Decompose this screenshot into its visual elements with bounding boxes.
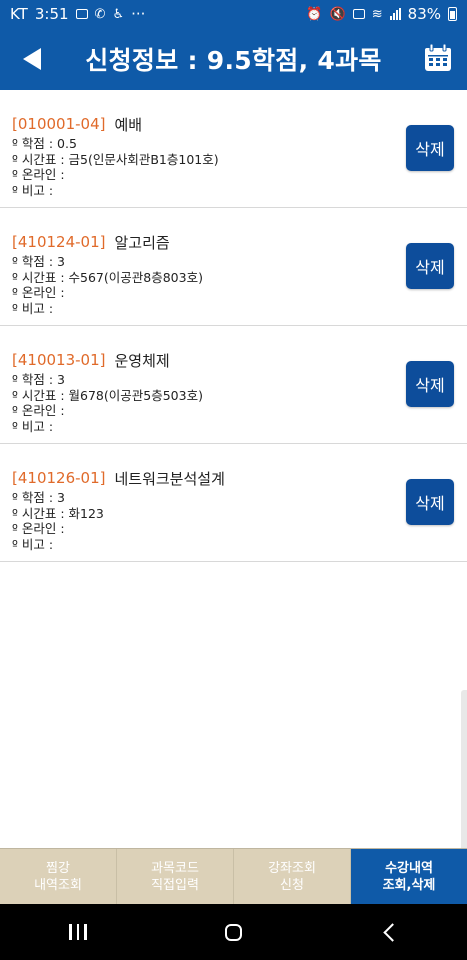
battery-percent: 83%	[407, 5, 441, 23]
bottom-tab-bar: 찜강내역조회 과목코드직접입력 강좌조회신청 수강내역조회,삭제	[0, 848, 467, 905]
course-name: 운영체제	[114, 351, 170, 370]
course-name: 알고리즘	[114, 233, 170, 252]
hd-voice-icon	[352, 9, 365, 19]
delete-button[interactable]: 삭제	[406, 479, 454, 525]
course-item: [010001-04] 예배 º 학점 : 0.5 º 시간표 : 금5(인문사…	[0, 90, 467, 208]
mute-icon: 🔇	[329, 6, 346, 22]
course-item: [410013-01] 운영체제 º 학점 : 3 º 시간표 : 월678(이…	[0, 326, 467, 444]
tab-label-line2: 직접입력	[151, 878, 199, 893]
course-note: º 비고 :	[12, 536, 54, 552]
gallery-notification-icon	[75, 9, 88, 19]
home-icon	[224, 923, 242, 941]
accessibility-notification-icon: ♿	[112, 6, 125, 22]
chevron-left-icon	[382, 922, 402, 942]
back-arrow-icon	[23, 48, 41, 70]
course-note: º 비고 :	[12, 418, 54, 434]
course-code: [410126-01]	[12, 469, 106, 487]
course-list: [010001-04] 예배 º 학점 : 0.5 º 시간표 : 금5(인문사…	[0, 90, 467, 562]
course-name: 예배	[114, 115, 143, 134]
carrier-label: KT	[10, 5, 28, 23]
calendar-icon	[425, 43, 451, 71]
tab-course-code-entry[interactable]: 과목코드직접입력	[117, 849, 234, 905]
tab-label-line2: 신청	[280, 878, 304, 893]
app-header: 신청정보 : 9.5학점, 4과목	[0, 28, 467, 90]
course-schedule: º 시간표 : 월678(이공관5층503호)	[12, 387, 203, 403]
delete-button[interactable]: 삭제	[406, 361, 454, 407]
course-details: º 학점 : 3 º 시간표 : 수567(이공관8층803호) º 온라인 :…	[12, 254, 455, 316]
clock-label: 3:51	[34, 5, 69, 23]
course-code: [410013-01]	[12, 351, 106, 369]
call-notification-icon: ✆	[94, 6, 106, 22]
course-credit: º 학점 : 3	[12, 372, 65, 387]
course-code: [010001-04]	[12, 115, 106, 133]
system-back-button[interactable]	[359, 912, 419, 952]
course-online: º 온라인 :	[12, 403, 65, 418]
more-notifications-icon: ···	[131, 5, 146, 23]
course-schedule: º 시간표 : 수567(이공관8층803호)	[12, 269, 203, 285]
course-heading: [410013-01] 운영체제	[12, 350, 455, 370]
system-nav-bar	[0, 904, 467, 960]
status-right: ⏰ 🔇 ≋ 83%	[306, 5, 457, 23]
course-item: [410126-01] 네트워크분석설계 º 학점 : 3 º 시간표 : 화1…	[0, 444, 467, 562]
status-bar: KT 3:51 ✆ ♿ ··· ⏰ 🔇 ≋ 83%	[0, 0, 467, 28]
tab-wishlist[interactable]: 찜강내역조회	[0, 849, 117, 905]
course-heading: [410126-01] 네트워크분석설계	[12, 468, 455, 488]
course-credit: º 학점 : 0.5	[12, 136, 77, 151]
tab-course-search[interactable]: 강좌조회신청	[234, 849, 351, 905]
back-button[interactable]	[14, 41, 50, 77]
signal-icon	[389, 8, 401, 20]
course-heading: [410124-01] 알고리즘	[12, 232, 455, 252]
wifi-icon: ≋	[371, 6, 383, 22]
tab-label-line2: 내역조회	[34, 878, 82, 893]
course-code: [410124-01]	[12, 233, 106, 251]
course-schedule: º 시간표 : 금5(인문사회관B1층101호)	[12, 151, 219, 167]
tab-label-line1: 수강내역	[385, 861, 433, 876]
home-button[interactable]	[203, 912, 263, 952]
course-name: 네트워크분석설계	[114, 469, 225, 488]
tab-label-line1: 과목코드	[151, 861, 199, 876]
course-online: º 온라인 :	[12, 167, 65, 182]
delete-button[interactable]: 삭제	[406, 243, 454, 289]
calendar-button[interactable]	[423, 43, 453, 73]
course-details: º 학점 : 0.5 º 시간표 : 금5(인문사회관B1층101호) º 온라…	[12, 136, 455, 198]
tab-enrollment-history[interactable]: 수강내역조회,삭제	[351, 849, 467, 905]
course-details: º 학점 : 3 º 시간표 : 월678(이공관5층503호) º 온라인 :…	[12, 372, 455, 434]
course-online: º 온라인 :	[12, 521, 65, 536]
course-credit: º 학점 : 3	[12, 490, 65, 505]
course-online: º 온라인 :	[12, 285, 65, 300]
page-title: 신청정보 : 9.5학점, 4과목	[85, 46, 382, 75]
course-item: [410124-01] 알고리즘 º 학점 : 3 º 시간표 : 수567(이…	[0, 208, 467, 326]
tab-label-line1: 찜강	[46, 861, 70, 876]
delete-button[interactable]: 삭제	[406, 125, 454, 171]
recent-apps-icon	[69, 924, 87, 940]
course-schedule: º 시간표 : 화123	[12, 505, 104, 521]
status-left: KT 3:51 ✆ ♿ ···	[10, 5, 145, 23]
course-details: º 학점 : 3 º 시간표 : 화123 º 온라인 : º 비고 :	[12, 490, 455, 552]
tab-label-line1: 강좌조회	[268, 861, 316, 876]
recent-apps-button[interactable]	[48, 912, 108, 952]
alarm-icon: ⏰	[306, 6, 323, 22]
scrollbar[interactable]	[461, 690, 467, 860]
course-note: º 비고 :	[12, 182, 54, 198]
course-heading: [010001-04] 예배	[12, 114, 455, 134]
course-note: º 비고 :	[12, 300, 54, 316]
battery-icon	[448, 7, 457, 21]
tab-label-line2: 조회,삭제	[382, 878, 436, 893]
course-credit: º 학점 : 3	[12, 254, 65, 269]
